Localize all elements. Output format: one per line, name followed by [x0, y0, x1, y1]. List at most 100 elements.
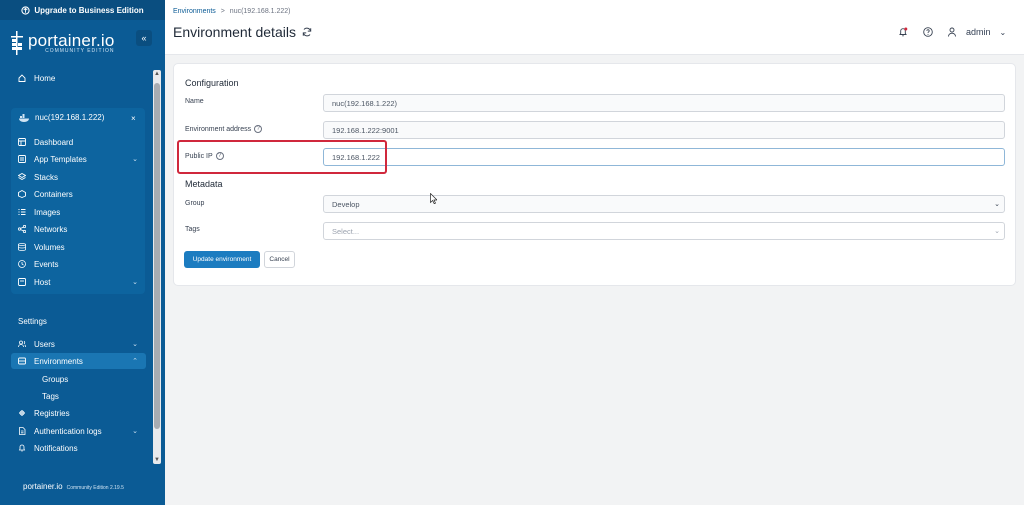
portainer-logo-icon — [11, 31, 23, 55]
dashboard-icon — [18, 138, 26, 146]
user-icon — [948, 27, 956, 37]
images-icon — [18, 209, 26, 215]
sidebar-item-users[interactable]: Users ⌄ — [11, 336, 146, 352]
sidebar-item-label: Stacks — [34, 172, 59, 182]
chevron-down-icon: ⌄ — [994, 201, 1000, 208]
group-label: Group — [185, 200, 204, 207]
upgrade-icon — [21, 5, 30, 15]
sidebar-item-label: Containers — [34, 189, 73, 199]
sidebar-scrollbar[interactable]: ▲ ▼ — [153, 70, 161, 464]
collapse-sidebar-button[interactable]: « — [136, 30, 152, 46]
scroll-down-icon[interactable]: ▼ — [154, 457, 160, 463]
user-menu[interactable]: admin ⌄ — [947, 27, 1006, 37]
tags-select[interactable]: Select... ⌄ — [323, 222, 1005, 240]
help-icon[interactable] — [923, 27, 933, 37]
metadata-heading: Metadata — [185, 179, 223, 189]
users-icon — [18, 340, 26, 348]
chevron-down-icon: ⌄ — [132, 428, 138, 435]
sidebar-item-label: Environments — [34, 356, 83, 366]
page-title: Environment details — [173, 24, 312, 40]
chevron-down-icon: ⌄ — [994, 228, 1000, 235]
close-environment-icon[interactable]: × — [131, 114, 136, 123]
breadcrumb-separator: > — [220, 8, 225, 15]
stacks-icon — [18, 173, 26, 181]
configuration-heading: Configuration — [185, 78, 239, 88]
volumes-icon — [18, 243, 26, 251]
sidebar-item-images[interactable]: Images — [11, 204, 146, 220]
breadcrumb-current: nuc(192.168.1.222) — [229, 8, 291, 15]
host-icon — [18, 278, 26, 286]
footer-edition: Community Edition 2.19.5 — [66, 485, 124, 491]
sidebar-item-host[interactable]: Host ⌄ — [11, 274, 146, 290]
docker-icon — [19, 113, 29, 122]
settings-heading: Settings — [18, 317, 47, 326]
scroll-up-icon[interactable]: ▲ — [154, 71, 160, 77]
mouse-cursor-icon — [430, 193, 437, 204]
registries-icon — [19, 410, 25, 416]
sidebar-item-label: Registries — [34, 408, 70, 418]
brand-logo[interactable]: portainer.io COMMUNITY EDITION — [10, 30, 115, 56]
sidebar-item-label: Notifications — [34, 443, 78, 453]
help-icon[interactable]: ? — [254, 125, 263, 133]
templates-icon — [18, 155, 26, 163]
upgrade-banner[interactable]: Upgrade to Business Edition — [0, 0, 165, 20]
sidebar-item-label: Users — [34, 339, 55, 349]
sidebar-item-label: Images — [34, 207, 61, 217]
sidebar-item-label: Authentication logs — [34, 426, 102, 436]
sidebar-footer: portainer.io Community Edition 2.19.5 — [23, 482, 124, 491]
breadcrumb: Environments > nuc(192.168.1.222) — [173, 8, 291, 15]
name-input[interactable]: nuc(192.168.1.222) — [323, 94, 1005, 112]
logs-icon — [19, 427, 26, 435]
page-header: Environments > nuc(192.168.1.222) Enviro… — [165, 0, 1024, 55]
environment-details-card: Configuration Name nuc(192.168.1.222) En… — [173, 63, 1016, 286]
environment-name: nuc(192.168.1.222) — [35, 113, 105, 122]
sidebar-item-environments[interactable]: Environments ⌃ — [11, 353, 146, 369]
home-icon — [18, 74, 26, 82]
sidebar-item-notifications[interactable]: Notifications — [11, 440, 146, 456]
containers-icon — [18, 190, 26, 198]
group-select[interactable]: Develop ⌄ — [323, 195, 1005, 213]
environment-header: nuc(192.168.1.222) — [19, 113, 104, 122]
footer-brand: portainer.io — [23, 482, 63, 491]
group-select-value: Develop — [332, 199, 360, 209]
sidebar-item-networks[interactable]: Networks — [11, 221, 146, 237]
environment-address-label: Environment address ? — [185, 125, 263, 133]
public-ip-input[interactable]: 192.168.1.222 — [323, 148, 1005, 166]
update-environment-button[interactable]: Update environment — [184, 251, 260, 268]
sidebar-item-authentication-logs[interactable]: Authentication logs ⌄ — [11, 423, 146, 439]
page-title-text: Environment details — [173, 24, 296, 40]
sidebar-item-label: Volumes — [34, 242, 65, 252]
notification-bell-icon[interactable] — [898, 27, 908, 37]
sidebar-item-containers[interactable]: Containers — [11, 186, 146, 202]
group-label-text: Group — [185, 200, 205, 207]
sidebar-item-stacks[interactable]: Stacks — [11, 169, 146, 185]
environment-address-input[interactable]: 192.168.1.222:9001 — [323, 121, 1005, 139]
environment-address-label-text: Environment address — [185, 125, 252, 133]
breadcrumb-environments-link[interactable]: Environments — [173, 8, 216, 15]
tags-label: Tags — [185, 226, 200, 233]
chevron-down-icon: ⌄ — [132, 279, 138, 286]
sidebar-item-registries[interactable]: Registries — [11, 405, 146, 421]
sidebar-item-app-templates[interactable]: App Templates ⌄ — [11, 151, 146, 167]
name-label: Name — [185, 98, 204, 105]
sidebar-item-label: Networks — [34, 224, 68, 234]
sidebar-item-volumes[interactable]: Volumes — [11, 239, 146, 255]
bell-icon — [18, 444, 26, 452]
chevron-down-icon: ⌄ — [132, 156, 138, 163]
double-chevron-left-icon: « — [141, 33, 147, 43]
sidebar-subitem-tags[interactable]: Tags — [42, 392, 59, 401]
public-ip-highlight-box — [177, 140, 387, 174]
refresh-icon[interactable] — [302, 27, 312, 37]
sidebar-item-label: Host — [34, 277, 51, 287]
sidebar-item-events[interactable]: Events — [11, 256, 146, 272]
chevron-down-icon: ⌄ — [132, 341, 138, 348]
sidebar: Upgrade to Business Edition portainer.io… — [0, 0, 165, 505]
cancel-button[interactable]: Cancel — [264, 251, 295, 268]
sidebar-item-home[interactable]: Home — [11, 70, 146, 86]
sidebar-subitem-groups[interactable]: Groups — [42, 375, 68, 384]
upgrade-label: Upgrade to Business Edition — [34, 5, 144, 15]
tags-label-text: Tags — [185, 226, 200, 233]
scrollbar-thumb[interactable] — [154, 83, 160, 429]
networks-icon — [18, 225, 26, 233]
sidebar-item-dashboard[interactable]: Dashboard — [11, 134, 146, 150]
